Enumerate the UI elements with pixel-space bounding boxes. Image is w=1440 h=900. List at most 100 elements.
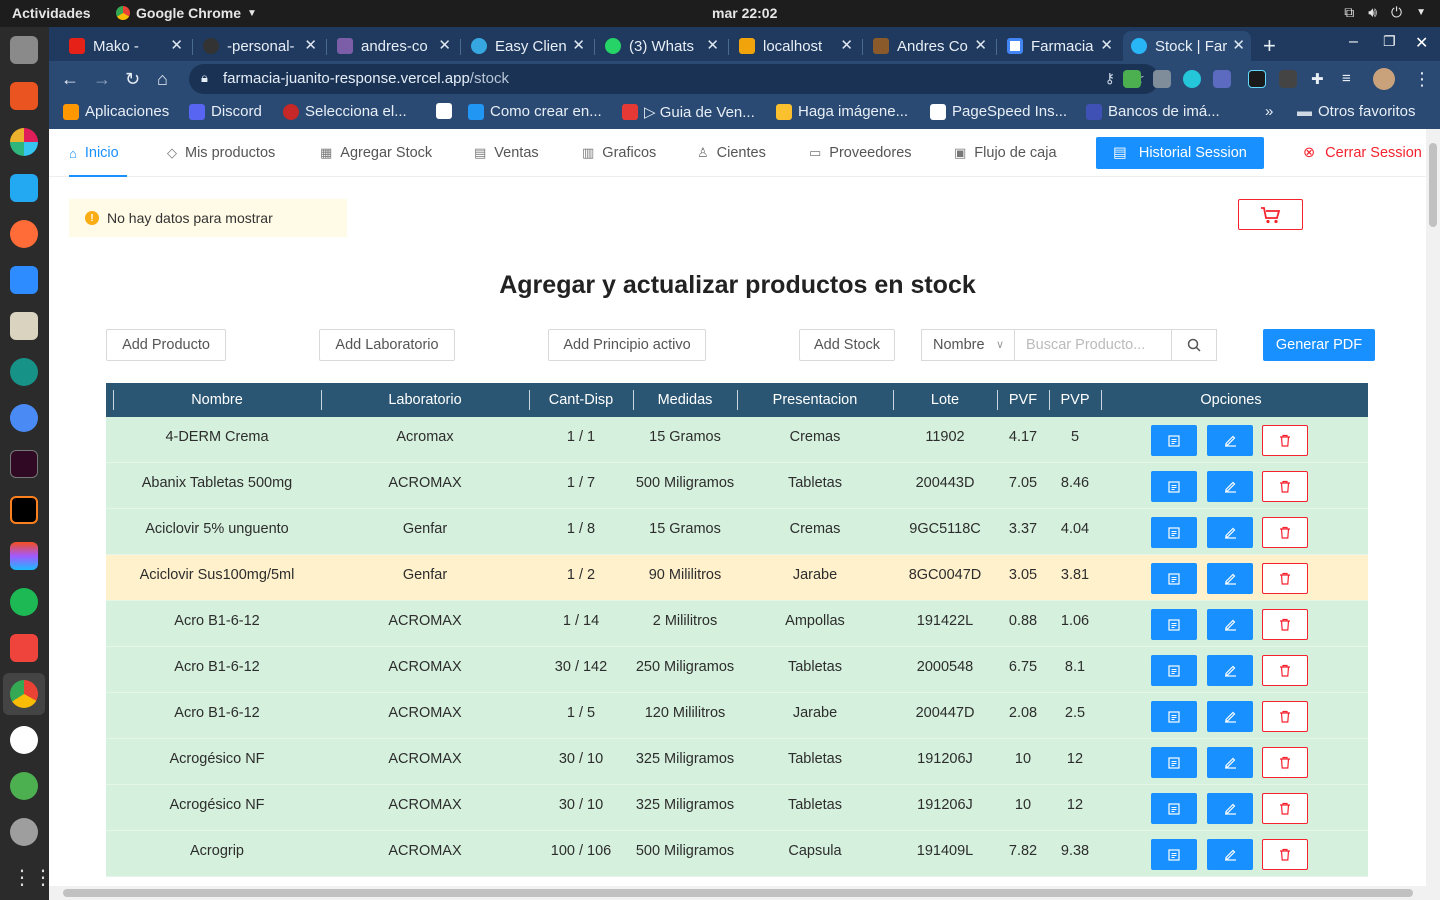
other-bookmarks[interactable]: ▬ Otros favoritos: [1297, 103, 1416, 120]
software-center-icon[interactable]: [10, 82, 38, 110]
address-bar[interactable]: 🔒︎ farmacia-juanito-response.vercel.app/…: [189, 64, 1159, 94]
delete-button[interactable]: [1262, 839, 1308, 870]
postman-icon[interactable]: [10, 220, 38, 248]
close-icon[interactable]: ✕: [1232, 36, 1245, 54]
close-icon[interactable]: ✕: [304, 36, 317, 54]
view-details-button[interactable]: [1151, 701, 1197, 732]
delete-button[interactable]: [1262, 701, 1308, 732]
view-details-button[interactable]: [1151, 655, 1197, 686]
scrollbar-thumb[interactable]: [63, 889, 1413, 897]
view-details-button[interactable]: [1151, 839, 1197, 870]
view-details-button[interactable]: [1151, 471, 1197, 502]
edit-button[interactable]: [1207, 747, 1253, 778]
filter-select[interactable]: Nombre ∨: [921, 329, 1015, 361]
text-editor-icon[interactable]: [10, 312, 38, 340]
settings-icon[interactable]: [10, 818, 38, 846]
terminal-icon[interactable]: [10, 450, 38, 478]
nav-item-graficos[interactable]: ▥ Graficos: [582, 145, 656, 161]
bookmark[interactable]: Discord: [189, 103, 262, 120]
intellij-icon[interactable]: [10, 496, 38, 524]
home-icon[interactable]: ⌂: [157, 69, 168, 90]
view-details-button[interactable]: [1151, 517, 1197, 548]
tab[interactable]: andres-co ✕: [329, 31, 457, 61]
edit-button[interactable]: [1207, 425, 1253, 456]
historial-session-button[interactable]: ▤ Historial Session: [1096, 137, 1264, 169]
view-details-button[interactable]: [1151, 747, 1197, 778]
close-icon[interactable]: ✕: [840, 36, 853, 54]
column-header[interactable]: Cant-Disp: [529, 383, 633, 417]
chromium-icon[interactable]: [10, 404, 38, 432]
show-apps-icon[interactable]: ⋮⋮: [12, 865, 54, 890]
scrollbar-thumb[interactable]: [1429, 143, 1437, 227]
nav-item-flujo-de-caja[interactable]: ▣ Flujo de caja: [954, 145, 1057, 161]
zoom-icon[interactable]: [10, 266, 38, 294]
tab[interactable]: Farmacia ✕: [999, 31, 1119, 61]
delete-button[interactable]: [1262, 609, 1308, 640]
column-header[interactable]: Medidas: [633, 383, 737, 417]
column-header[interactable]: Laboratorio: [321, 383, 529, 417]
vertical-scrollbar[interactable]: [1426, 129, 1440, 900]
edit-button[interactable]: [1207, 655, 1253, 686]
add-stock-button[interactable]: Add Stock: [799, 329, 895, 361]
nav-item-ventas[interactable]: ▤ Ventas: [474, 145, 539, 161]
extension-icon[interactable]: [1279, 70, 1297, 88]
column-header[interactable]: Nombre: [113, 383, 321, 417]
delete-button[interactable]: [1262, 471, 1308, 502]
cerrar-session-button[interactable]: ⊗ Cerrar Session: [1303, 145, 1422, 161]
tab[interactable]: localhost ✕: [731, 31, 859, 61]
add-producto-button[interactable]: Add Producto: [106, 329, 226, 361]
maximize-button[interactable]: ❐: [1383, 33, 1396, 50]
column-header[interactable]: PVF: [997, 383, 1049, 417]
minimize-button[interactable]: –: [1349, 33, 1358, 51]
edit-button[interactable]: [1207, 471, 1253, 502]
bookmark[interactable]: Aplicaciones: [63, 103, 169, 120]
menu-icon[interactable]: ⋮: [1413, 69, 1431, 90]
spotify-icon[interactable]: [10, 588, 38, 616]
close-icon[interactable]: ✕: [974, 36, 987, 54]
clock[interactable]: mar 22:02: [712, 5, 777, 21]
back-arrow-icon[interactable]: ←: [61, 69, 79, 90]
files-icon[interactable]: [10, 36, 38, 64]
vscode-icon[interactable]: [10, 174, 38, 202]
nav-item-cientes[interactable]: ♙ Cientes: [697, 145, 766, 161]
view-details-button[interactable]: [1151, 425, 1197, 456]
edit-button[interactable]: [1207, 517, 1253, 548]
column-header[interactable]: Presentacion: [737, 383, 893, 417]
robo3t-icon[interactable]: [10, 772, 38, 800]
tab[interactable]: Mako - ✕: [61, 31, 189, 61]
column-header[interactable]: Lote: [893, 383, 997, 417]
figma-icon[interactable]: [10, 542, 38, 570]
media-icon[interactable]: ≡: [1342, 70, 1360, 88]
edit-button[interactable]: [1207, 609, 1253, 640]
generar-pdf-button[interactable]: Generar PDF: [1263, 329, 1375, 361]
nav-item-agregar-stock[interactable]: ▦ Agregar Stock: [320, 145, 432, 161]
activities-button[interactable]: Actividades: [12, 5, 91, 21]
close-icon[interactable]: ✕: [706, 36, 719, 54]
close-icon[interactable]: ✕: [1100, 36, 1113, 54]
tab[interactable]: -personal- ✕: [195, 31, 323, 61]
delete-button[interactable]: [1262, 563, 1308, 594]
cart-button[interactable]: [1238, 199, 1303, 230]
add-principio-activo-button[interactable]: Add Principio activo: [548, 329, 706, 361]
app-menu[interactable]: Google Chrome ▼: [116, 5, 257, 21]
anydesk-icon[interactable]: [10, 634, 38, 662]
tab[interactable]: Andres Co ✕: [865, 31, 993, 61]
search-input[interactable]: Buscar Producto...: [1014, 329, 1172, 361]
extension-icon[interactable]: [1153, 70, 1171, 88]
view-details-button[interactable]: [1151, 609, 1197, 640]
bookmark[interactable]: PageSpeed Ins...: [930, 103, 1067, 120]
extension-icon[interactable]: [1213, 70, 1231, 88]
close-icon[interactable]: ✕: [572, 36, 585, 54]
gitkraken-icon[interactable]: [10, 358, 38, 386]
nav-item-inicio[interactable]: ⌂ Inicio: [69, 145, 119, 161]
edit-button[interactable]: [1207, 839, 1253, 870]
extension-icon[interactable]: [1248, 70, 1266, 88]
delete-button[interactable]: [1262, 425, 1308, 456]
close-window-button[interactable]: ✕: [1415, 33, 1428, 53]
bookmark[interactable]: Haga imágene...: [776, 103, 908, 120]
bookmark[interactable]: ▷ Guia de Ven...: [622, 103, 755, 121]
new-tab-button[interactable]: +: [1263, 33, 1276, 59]
delete-button[interactable]: [1262, 655, 1308, 686]
avatar[interactable]: [1373, 68, 1395, 90]
add-laboratorio-button[interactable]: Add Laboratorio: [319, 329, 455, 361]
